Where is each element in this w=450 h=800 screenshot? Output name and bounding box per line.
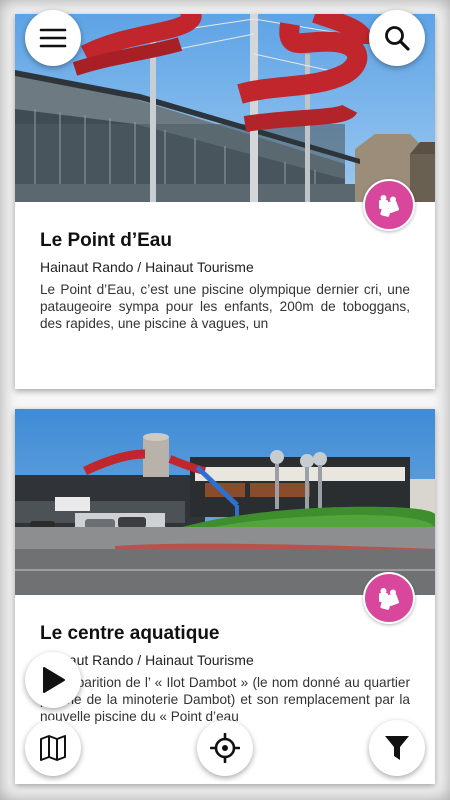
play-icon: [43, 667, 65, 693]
search-button[interactable]: [369, 10, 425, 66]
category-badge: [363, 572, 415, 624]
puzzle-icon: [379, 195, 399, 217]
poi-title: Le Point d’Eau: [40, 230, 172, 251]
play-button[interactable]: [25, 652, 81, 708]
menu-button[interactable]: [25, 10, 81, 66]
filter-icon: [385, 736, 409, 760]
poi-description: Le Point d’Eau, c’est une piscine olympi…: [40, 282, 410, 331]
poi-card-point-deau[interactable]: Le Point d’Eau Hainaut Rando / Hainaut T…: [15, 14, 435, 389]
menu-icon: [39, 28, 67, 48]
category-badge: [363, 179, 415, 231]
poi-photo: [15, 409, 435, 595]
poi-title: Le centre aquatique: [40, 623, 220, 644]
app-screen: Le Point d’Eau Hainaut Rando / Hainaut T…: [0, 0, 450, 800]
filter-button[interactable]: [369, 720, 425, 776]
map-button[interactable]: [25, 720, 81, 776]
puzzle-icon: [379, 588, 399, 610]
poi-description: La disparition de l’ « Ilot Dambot » (le…: [40, 675, 410, 724]
map-icon: [40, 735, 66, 761]
crosshair-icon: [210, 733, 240, 763]
search-icon: [385, 26, 410, 51]
locate-button[interactable]: [197, 720, 253, 776]
poi-source: Hainaut Rando / Hainaut Tourisme: [40, 259, 254, 275]
